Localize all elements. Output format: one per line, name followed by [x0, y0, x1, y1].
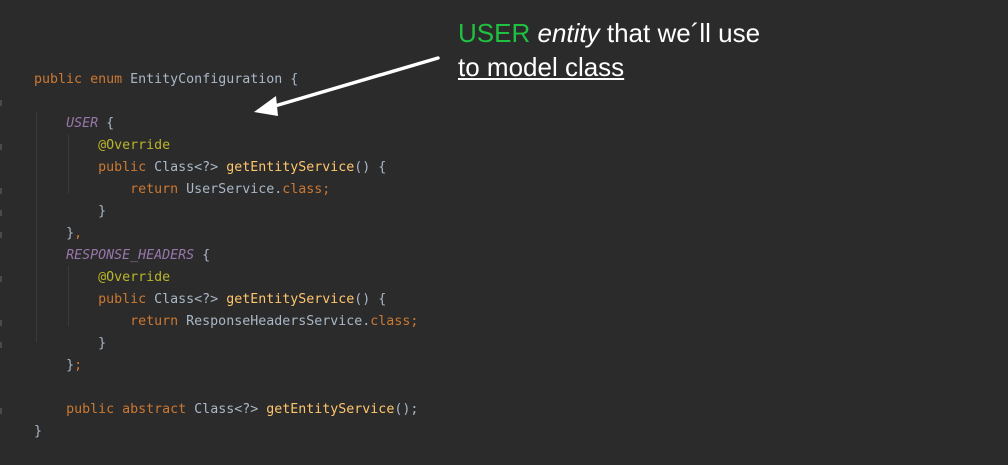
callout-annotation: USER entity that we´ll use to model clas… — [458, 16, 760, 84]
callout-line-2: to model class — [458, 50, 760, 84]
code-editor[interactable]: public enum EntityConfiguration { USER {… — [0, 0, 1008, 439]
callout-underlined-text: to model class — [458, 52, 625, 82]
callout-highlight: USER — [458, 18, 531, 48]
callout-line-1: USER entity that we´ll use — [458, 16, 760, 50]
callout-text: that we´ll use — [606, 18, 761, 48]
callout-italic-word: entity — [537, 18, 600, 48]
